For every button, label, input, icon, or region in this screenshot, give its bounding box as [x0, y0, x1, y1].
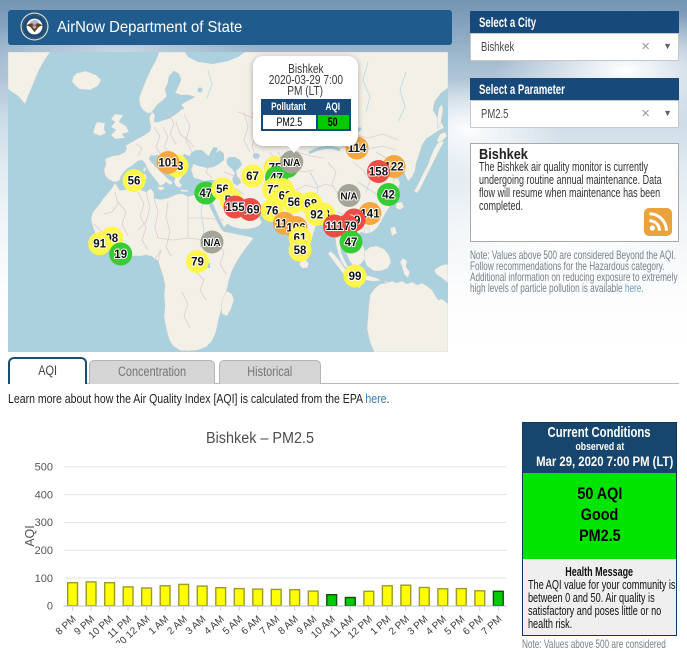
- svg-text:7 PM: 7 PM: [480, 614, 505, 638]
- svg-text:3 PM: 3 PM: [406, 614, 431, 638]
- svg-text:6 PM: 6 PM: [461, 614, 486, 638]
- svg-text:500: 500: [35, 462, 53, 474]
- svg-text:6 AM: 6 AM: [239, 614, 263, 637]
- svg-text:300: 300: [35, 517, 53, 529]
- svg-text:56: 56: [128, 176, 141, 188]
- svg-text:155: 155: [225, 202, 245, 214]
- svg-text:400: 400: [35, 489, 53, 501]
- svg-text:N/A: N/A: [203, 238, 220, 249]
- svg-text:58: 58: [294, 245, 307, 257]
- svg-text:Bishkek – PM2.5: Bishkek – PM2.5: [206, 430, 314, 447]
- svg-text:92: 92: [310, 209, 323, 221]
- svg-text:79: 79: [191, 257, 204, 269]
- svg-text:47: 47: [345, 237, 358, 249]
- svg-text:200: 200: [35, 545, 53, 557]
- svg-text:1 PM: 1 PM: [369, 614, 394, 638]
- svg-text:7 AM: 7 AM: [258, 614, 282, 637]
- svg-text:5 AM: 5 AM: [221, 614, 245, 637]
- svg-text:67: 67: [246, 171, 259, 183]
- svg-text:47: 47: [199, 188, 212, 200]
- svg-text:101: 101: [158, 158, 178, 170]
- svg-text:19: 19: [114, 249, 127, 261]
- svg-text:8 AM: 8 AM: [276, 614, 300, 637]
- svg-text:4 AM: 4 AM: [202, 614, 226, 637]
- svg-text:158: 158: [369, 167, 389, 179]
- svg-text:1 AM: 1 AM: [147, 614, 171, 637]
- svg-text:0: 0: [47, 601, 53, 613]
- svg-text:111: 111: [326, 221, 345, 233]
- svg-text:4 PM: 4 PM: [424, 614, 449, 638]
- svg-text:N/A: N/A: [283, 158, 300, 169]
- svg-text:91: 91: [93, 239, 106, 251]
- svg-text:8 PM: 8 PM: [54, 614, 79, 638]
- svg-text:99: 99: [349, 271, 362, 283]
- svg-text:3 AM: 3 AM: [184, 614, 208, 637]
- svg-text:2 AM: 2 AM: [165, 614, 189, 637]
- svg-text:5 PM: 5 PM: [443, 614, 468, 638]
- svg-text:AQI: AQI: [23, 525, 37, 547]
- svg-text:56: 56: [288, 197, 301, 209]
- svg-text:N/A: N/A: [340, 192, 357, 203]
- svg-text:100: 100: [35, 573, 53, 585]
- svg-text:2 PM: 2 PM: [387, 614, 412, 638]
- svg-text:42: 42: [382, 190, 395, 202]
